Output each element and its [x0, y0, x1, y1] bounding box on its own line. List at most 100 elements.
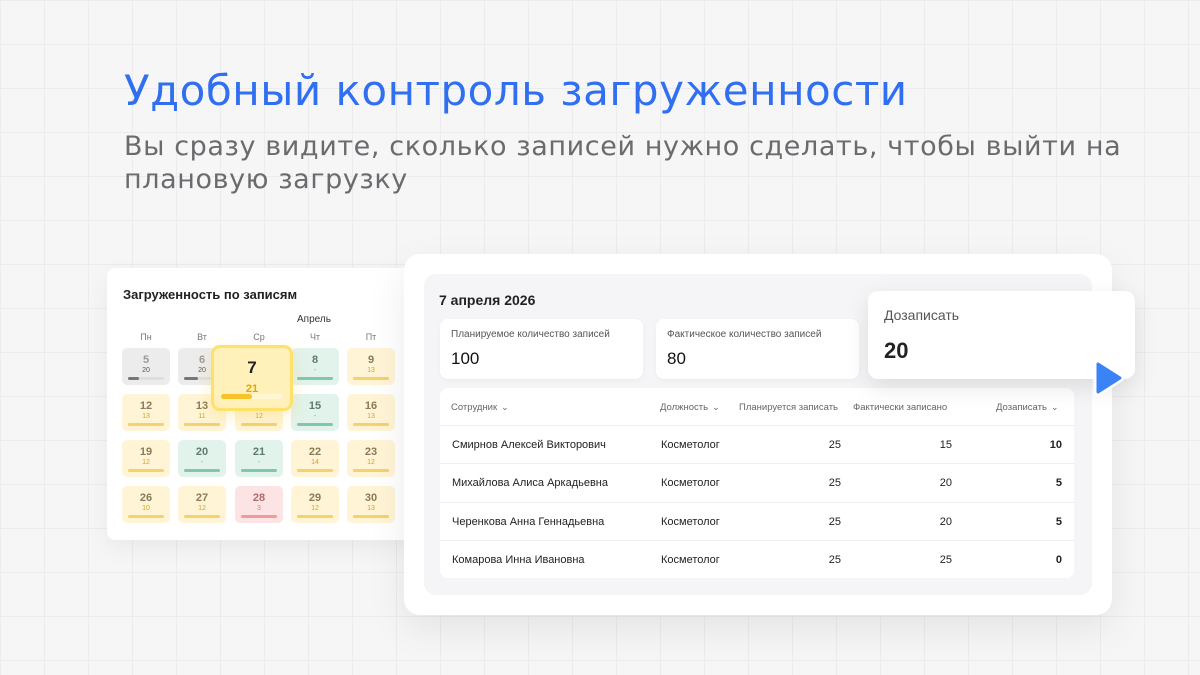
day-count: 12: [311, 505, 319, 512]
day-count: 13: [142, 413, 150, 420]
calendar-day[interactable]: 27 12: [178, 486, 226, 523]
day-load-bar: [353, 377, 389, 380]
calendar-day[interactable]: 26 10: [122, 486, 170, 523]
calendar-day[interactable]: 5 20: [122, 348, 170, 385]
day-count: 10: [142, 505, 150, 512]
day-load-bar: [241, 469, 277, 472]
day-count: 13: [367, 505, 375, 512]
day-number: 15: [308, 400, 322, 412]
calendar-day[interactable]: 28 3: [235, 486, 283, 523]
day-load-bar: [128, 469, 164, 472]
day-number: 12: [139, 400, 153, 412]
chevron-down-icon: ⌄: [1050, 402, 1059, 412]
day-number: 21: [252, 446, 266, 458]
day-number: 23: [364, 446, 378, 458]
day-number: 7: [247, 358, 257, 377]
day-number: 20: [195, 446, 209, 458]
stat-label: Фактическое количество записей: [667, 329, 822, 340]
calendar-day[interactable]: 12 13: [122, 394, 170, 431]
page-title: Удобный контроль загруженности: [124, 66, 908, 115]
stat-value: 100: [451, 349, 480, 368]
day-load-bar: [241, 515, 277, 518]
day-number: 22: [308, 446, 322, 458]
panel-date: 7 апреля 2026: [439, 292, 536, 308]
column-header-actual: Фактически записано: [853, 402, 948, 413]
day-number: 28: [252, 492, 266, 504]
calendar-title: Загруженность по записям: [123, 287, 298, 302]
day-load-bar: [184, 515, 220, 518]
calendar-day[interactable]: 22 14: [291, 440, 339, 477]
day-load-bar: [221, 394, 283, 399]
cell-position: Косметолог: [661, 516, 720, 528]
day-count: -: [313, 413, 317, 420]
chevron-down-icon: ⌄: [501, 402, 509, 412]
day-count: -: [257, 459, 261, 466]
day-count: 20: [142, 367, 150, 374]
day-load-bar: [353, 515, 389, 518]
day-number: 19: [139, 446, 153, 458]
day-load-bar: [297, 469, 333, 472]
column-header-label: Сотрудник: [451, 402, 498, 413]
calendar-day[interactable]: 8-: [291, 348, 339, 385]
cell-actual: 20: [939, 477, 952, 489]
weekday-label: Ср: [253, 332, 265, 342]
day-count: 13: [367, 413, 375, 420]
day-count: 3: [257, 505, 261, 512]
stat-label: Планируемое количество записей: [451, 329, 610, 340]
cell-actual: 15: [939, 439, 952, 451]
column-header-employee[interactable]: Сотрудник ⌄: [451, 402, 509, 413]
day-count: -: [313, 367, 317, 374]
day-load-bar: [128, 377, 164, 380]
column-header-label: Дозаписать: [996, 402, 1047, 413]
day-load-bar: [297, 377, 333, 380]
cell-employee: Смирнов Алексей Викторович: [452, 439, 606, 451]
calendar-day[interactable]: 23 12: [347, 440, 395, 477]
day-load-bar: [128, 515, 164, 518]
stat-actual: Фактическое количество записей 80: [656, 319, 859, 379]
calendar-day[interactable]: 9 13: [347, 348, 395, 385]
table-row[interactable]: Черенкова Анна Геннадьевна Косметолог 25…: [440, 502, 1074, 541]
page-subtitle: Вы сразу видите, сколько записей нужно с…: [124, 131, 1122, 195]
day-count: 13: [367, 367, 375, 374]
calendar-day[interactable]: 19 12: [122, 440, 170, 477]
stat-value: 80: [667, 349, 686, 368]
calendar-day[interactable]: 20-: [178, 440, 226, 477]
day-count: 12: [367, 459, 375, 466]
cell-employee: Михайлова Алиса Аркадьевна: [452, 477, 609, 489]
calendar-day[interactable]: 15-: [291, 394, 339, 431]
day-count: 12: [142, 459, 150, 466]
cell-planned: 25: [828, 554, 841, 566]
calendar-day[interactable]: 29 12: [291, 486, 339, 523]
cell-position: Косметолог: [661, 439, 720, 451]
column-header-position[interactable]: Должность ⌄: [660, 402, 720, 413]
weekday-label: Вт: [197, 332, 207, 342]
day-number: 5: [142, 354, 150, 366]
calendar-day[interactable]: 21-: [235, 440, 283, 477]
table-row[interactable]: Комарова Инна Ивановна Косметолог 25 25 …: [440, 540, 1074, 578]
day-count: 12: [255, 413, 263, 420]
employees-table: Сотрудник ⌄ Должность ⌄ Планируется записа…: [440, 388, 1074, 578]
day-count: 12: [198, 505, 206, 512]
day-number: 29: [308, 492, 322, 504]
cell-employee: Комарова Инна Ивановна: [452, 554, 585, 566]
day-number: 27: [195, 492, 209, 504]
calendar-day[interactable]: 30 13: [347, 486, 395, 523]
stat-value: 20: [884, 338, 909, 363]
stat-planned: Планируемое количество записей 100: [440, 319, 643, 379]
table-row[interactable]: Михайлова Алиса Аркадьевна Косметолог 25…: [440, 463, 1074, 502]
day-load-bar: [128, 423, 164, 426]
cell-planned: 25: [828, 516, 841, 528]
calendar-day[interactable]: 16 13: [347, 394, 395, 431]
column-header-remaining[interactable]: Дозаписать ⌄: [996, 402, 1058, 413]
cell-planned: 25: [828, 439, 841, 451]
column-header-planned: Планируется записать: [739, 402, 838, 413]
calendar-day-selected[interactable]: 7 21: [211, 345, 293, 411]
cell-employee: Черенкова Анна Геннадьевна: [452, 516, 605, 528]
day-load-bar: [184, 469, 220, 472]
day-number: 30: [364, 492, 378, 504]
day-load-bar: [353, 469, 389, 472]
table-row[interactable]: Смирнов Алексей Викторович Косметолог 25…: [440, 425, 1074, 464]
day-load-bar: [241, 423, 277, 426]
day-load-bar: [297, 423, 333, 426]
calendar-month: Апрель: [297, 314, 331, 325]
